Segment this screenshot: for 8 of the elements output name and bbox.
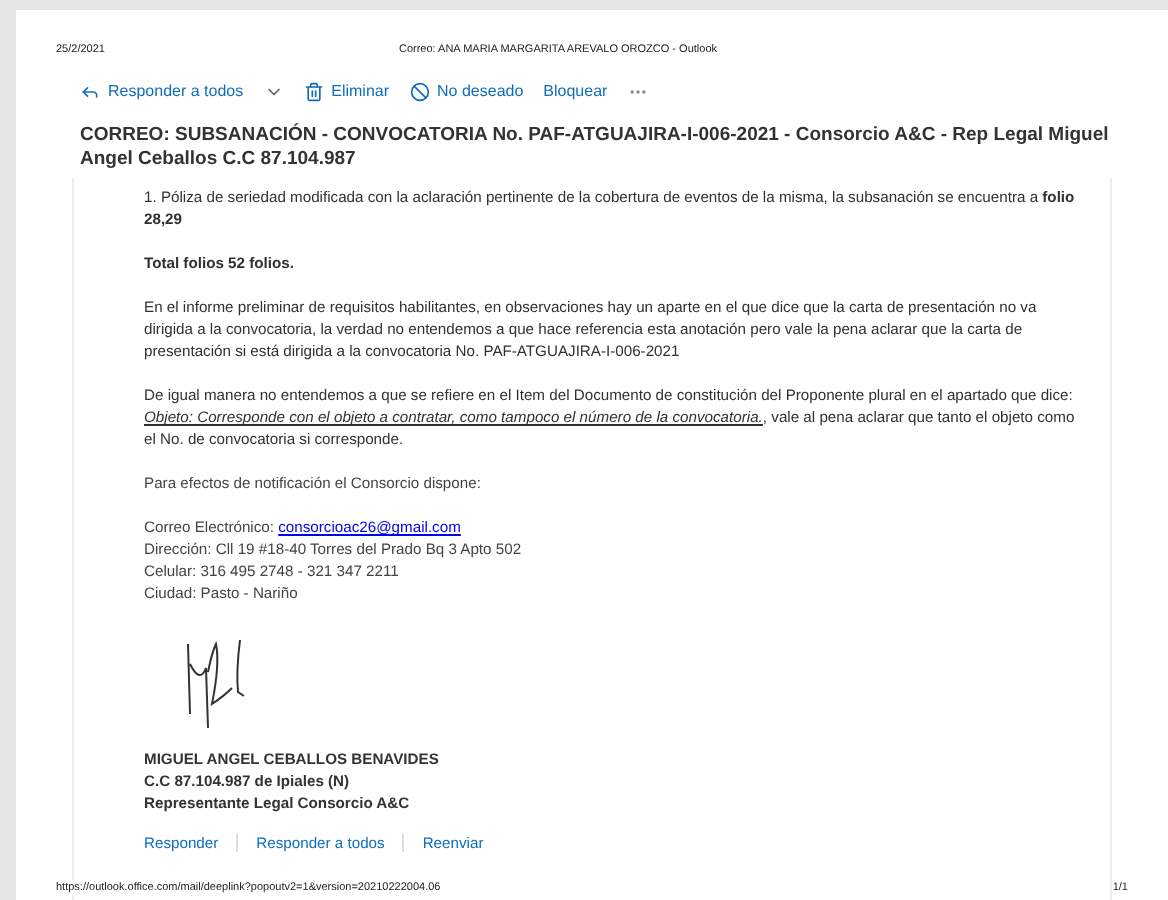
- toolbar-button[interactable]: Responder a todos: [80, 80, 244, 105]
- email-subject: CORREO: SUBSANACIÓN - CONVOCATORIA No. PAF-ATGUAJIRA-I-006-2021 - Consorcio A&C - Rep Legal Miguel Angel Ceballos C.C 87.104.987: [78, 124, 1111, 173]
- reply-all-icon: [80, 82, 100, 103]
- toolbar-button[interactable]: No deseado: [409, 80, 524, 105]
- prohibited-icon: [409, 82, 430, 103]
- toolbar-button[interactable]: Eliminar: [303, 80, 390, 105]
- toolbar-button[interactable]: Bloquear: [543, 80, 608, 105]
- trash-icon: [303, 82, 324, 103]
